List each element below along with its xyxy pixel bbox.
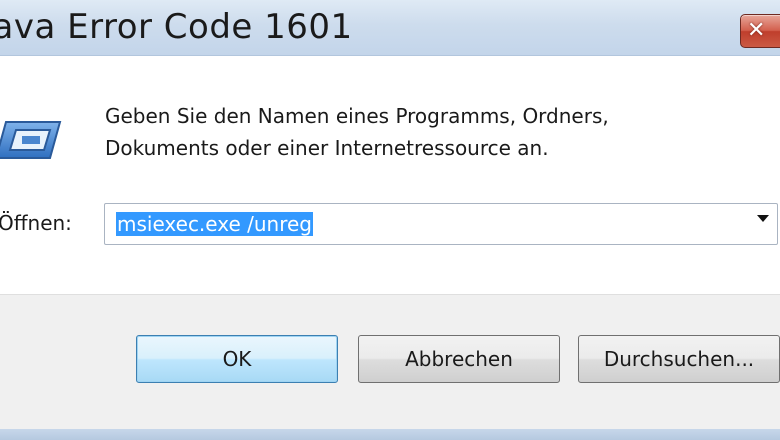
button-bar: OK Abbrechen Durchsuchen...: [0, 294, 780, 430]
close-icon: ✕: [747, 18, 766, 43]
ok-button[interactable]: OK: [136, 335, 338, 383]
run-program-icon: [0, 116, 64, 168]
close-button[interactable]: ✕: [740, 14, 780, 48]
window-title: Java Error Code 1601: [0, 7, 353, 47]
chevron-down-icon[interactable]: [757, 215, 769, 222]
window-frame-bottom: [0, 429, 780, 440]
cancel-button[interactable]: Abbrechen: [358, 335, 560, 383]
dialog-content: Geben Sie den Namen eines Programms, Ord…: [0, 56, 780, 294]
title-bar: Java Error Code 1601 ✕: [0, 0, 780, 56]
description-line-2: Dokuments oder einer Internetressource a…: [105, 136, 549, 160]
open-label: Öffnen:: [0, 211, 72, 235]
description-line-1: Geben Sie den Namen eines Programms, Ord…: [105, 104, 609, 128]
dialog-description: Geben Sie den Namen eines Programms, Ord…: [105, 100, 745, 164]
open-combobox[interactable]: msiexec.exe /unreg: [104, 203, 778, 245]
open-input-value[interactable]: msiexec.exe /unreg: [116, 212, 313, 236]
browse-button[interactable]: Durchsuchen...: [578, 335, 780, 383]
